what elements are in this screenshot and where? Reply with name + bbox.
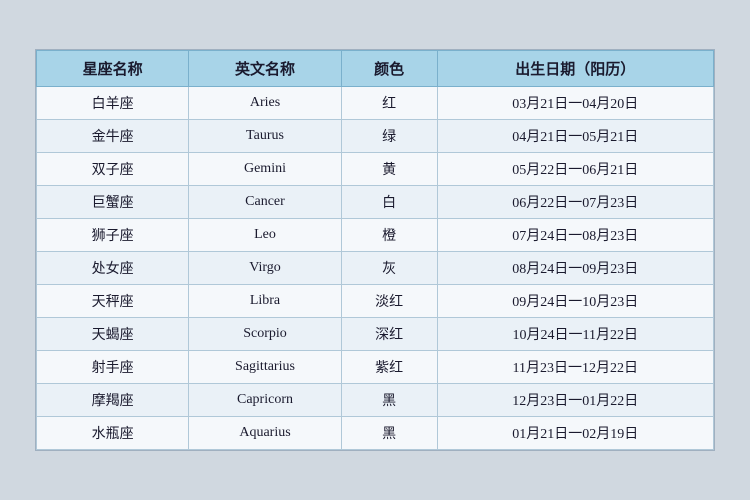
cell-english: Sagittarius [189, 351, 341, 384]
table-row: 天秤座Libra淡红09月24日一10月23日 [37, 285, 714, 318]
table-header-row: 星座名称 英文名称 颜色 出生日期（阳历） [37, 51, 714, 87]
col-header-chinese: 星座名称 [37, 51, 189, 87]
cell-chinese: 摩羯座 [37, 384, 189, 417]
cell-color: 橙 [341, 219, 437, 252]
cell-dates: 04月21日一05月21日 [437, 120, 713, 153]
cell-chinese: 处女座 [37, 252, 189, 285]
table-row: 处女座Virgo灰08月24日一09月23日 [37, 252, 714, 285]
cell-english: Leo [189, 219, 341, 252]
cell-english: Aquarius [189, 417, 341, 450]
table-row: 天蝎座Scorpio深红10月24日一11月22日 [37, 318, 714, 351]
cell-chinese: 金牛座 [37, 120, 189, 153]
cell-color: 深红 [341, 318, 437, 351]
table-row: 摩羯座Capricorn黑12月23日一01月22日 [37, 384, 714, 417]
cell-dates: 03月21日一04月20日 [437, 87, 713, 120]
cell-dates: 12月23日一01月22日 [437, 384, 713, 417]
cell-color: 白 [341, 186, 437, 219]
cell-english: Aries [189, 87, 341, 120]
cell-chinese: 狮子座 [37, 219, 189, 252]
table-row: 双子座Gemini黄05月22日一06月21日 [37, 153, 714, 186]
cell-color: 紫红 [341, 351, 437, 384]
cell-color: 黑 [341, 417, 437, 450]
cell-dates: 07月24日一08月23日 [437, 219, 713, 252]
cell-english: Gemini [189, 153, 341, 186]
table-row: 巨蟹座Cancer白06月22日一07月23日 [37, 186, 714, 219]
cell-color: 红 [341, 87, 437, 120]
col-header-dates: 出生日期（阳历） [437, 51, 713, 87]
cell-chinese: 射手座 [37, 351, 189, 384]
table-row: 白羊座Aries红03月21日一04月20日 [37, 87, 714, 120]
cell-english: Scorpio [189, 318, 341, 351]
cell-english: Libra [189, 285, 341, 318]
cell-color: 绿 [341, 120, 437, 153]
cell-dates: 06月22日一07月23日 [437, 186, 713, 219]
table-row: 水瓶座Aquarius黑01月21日一02月19日 [37, 417, 714, 450]
cell-chinese: 巨蟹座 [37, 186, 189, 219]
table-body: 白羊座Aries红03月21日一04月20日金牛座Taurus绿04月21日一0… [37, 87, 714, 450]
cell-dates: 01月21日一02月19日 [437, 417, 713, 450]
cell-color: 淡红 [341, 285, 437, 318]
table-row: 狮子座Leo橙07月24日一08月23日 [37, 219, 714, 252]
cell-chinese: 天蝎座 [37, 318, 189, 351]
cell-color: 黑 [341, 384, 437, 417]
zodiac-table-container: 星座名称 英文名称 颜色 出生日期（阳历） 白羊座Aries红03月21日一04… [35, 49, 715, 451]
cell-english: Taurus [189, 120, 341, 153]
col-header-color: 颜色 [341, 51, 437, 87]
col-header-english: 英文名称 [189, 51, 341, 87]
cell-dates: 11月23日一12月22日 [437, 351, 713, 384]
cell-english: Cancer [189, 186, 341, 219]
table-row: 射手座Sagittarius紫红11月23日一12月22日 [37, 351, 714, 384]
cell-chinese: 水瓶座 [37, 417, 189, 450]
cell-dates: 10月24日一11月22日 [437, 318, 713, 351]
cell-color: 灰 [341, 252, 437, 285]
table-row: 金牛座Taurus绿04月21日一05月21日 [37, 120, 714, 153]
zodiac-table: 星座名称 英文名称 颜色 出生日期（阳历） 白羊座Aries红03月21日一04… [36, 50, 714, 450]
cell-chinese: 天秤座 [37, 285, 189, 318]
cell-dates: 08月24日一09月23日 [437, 252, 713, 285]
cell-dates: 09月24日一10月23日 [437, 285, 713, 318]
cell-english: Capricorn [189, 384, 341, 417]
cell-dates: 05月22日一06月21日 [437, 153, 713, 186]
cell-color: 黄 [341, 153, 437, 186]
cell-chinese: 双子座 [37, 153, 189, 186]
cell-english: Virgo [189, 252, 341, 285]
cell-chinese: 白羊座 [37, 87, 189, 120]
